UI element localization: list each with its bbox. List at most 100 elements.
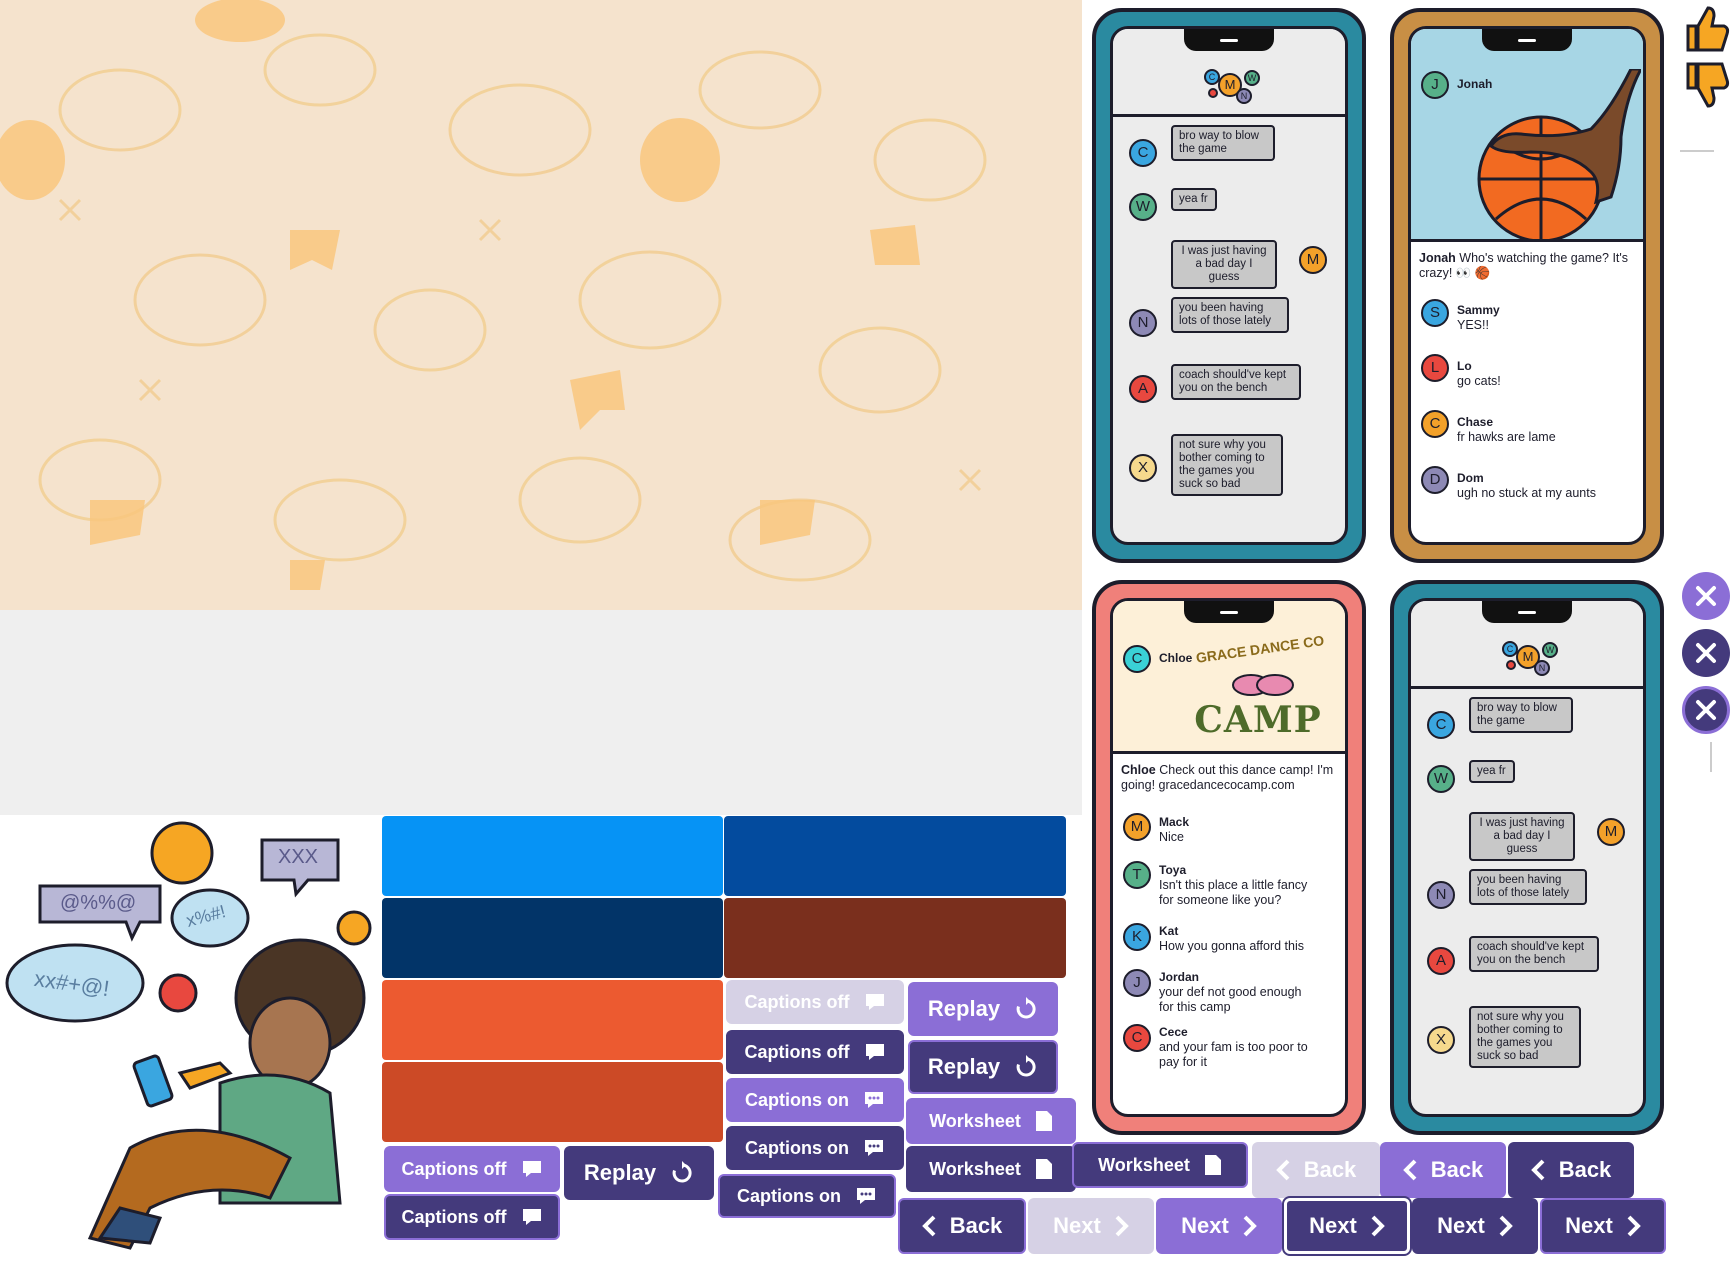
phone-screen: C M W N C bro way to blow the game W yea… [1408,598,1646,1117]
captions-off-button-disabled[interactable]: Captions off [726,980,904,1024]
button-label: Next [1309,1213,1357,1238]
color-swatch [382,816,723,896]
close-icon [1696,586,1716,606]
back-button-dark[interactable]: Back [1508,1142,1634,1198]
button-label: Replay [927,996,1001,1021]
post-caption: Jonah Who's watching the game? It's craz… [1419,251,1635,281]
speech-doodle-pattern [0,0,987,590]
replay-icon [672,1161,692,1183]
back-button-outlined[interactable]: Back [898,1198,1026,1254]
chat-bubble: yea fr [1469,760,1515,783]
color-swatch [382,980,723,1060]
worksheet-button[interactable]: Worksheet [906,1098,1076,1144]
avatar-X: X [1427,1026,1455,1054]
chat-bubble: not sure why you bother coming to the ga… [1171,434,1283,496]
button-label: Captions off [744,1041,850,1062]
phone-chloe-post: GRACE DANCE CO CAMP C Chloe Chloe Check … [1092,580,1366,1135]
replay-button-alt[interactable]: Replay [564,1146,714,1200]
close-icon [1696,700,1716,720]
comment-avatar: C [1421,410,1449,438]
avatar-M: M [1299,246,1327,274]
chevron-right-icon [1627,1215,1641,1237]
chat-bubble: bro way to blow the game [1469,697,1573,733]
close-button-dark[interactable] [1682,629,1730,677]
phone-notch [1482,601,1572,623]
button-label: Next [1053,1213,1101,1238]
chevron-right-icon [1243,1215,1257,1237]
chat-header: C M W N [1411,601,1643,689]
ballet-shoes-image [1232,674,1294,696]
avatar-N: N [1129,309,1157,337]
post-image: GRACE DANCE CO CAMP [1113,601,1345,754]
button-label: Worksheet [929,1110,1021,1131]
captions-off-button-outlined[interactable]: Captions off [384,1194,560,1240]
captions-off-button[interactable]: Captions off [726,1030,904,1074]
button-label: Back [949,1213,1003,1238]
header-avatar: W [1542,642,1558,658]
chevron-left-icon [1530,1159,1545,1181]
thumbs-down-icon[interactable] [1682,60,1730,114]
button-label: Worksheet [1098,1154,1190,1175]
comment-name: Jordan [1159,970,1200,984]
close-button-lavender[interactable] [1682,572,1730,620]
captions-on-button-dark[interactable]: Captions on [726,1126,904,1170]
chevron-right-icon [1371,1215,1385,1237]
document-icon [1035,1111,1052,1131]
captions-on-button[interactable]: Captions on [726,1078,904,1122]
replay-icon [1016,1055,1036,1077]
button-label: Captions on [745,1089,849,1110]
sticker-text: XXX [278,846,319,868]
phone-jonah-post: J Jonah Jonah Who's watching the game? I… [1390,8,1664,563]
thumbs-up-icon[interactable] [1682,4,1730,54]
avatar-C: C [1129,139,1157,167]
next-button-focused[interactable]: Next [1282,1196,1412,1256]
captions-off-button-lavender[interactable]: Captions off [384,1146,560,1192]
worksheet-button-dark[interactable]: Worksheet [906,1146,1076,1192]
post-author: Chloe [1121,763,1156,777]
comment-name: Toya [1159,863,1187,877]
chevron-right-icon [1115,1215,1129,1237]
avatar-X: X [1129,454,1157,482]
next-button-dark[interactable]: Next [1412,1198,1538,1254]
chat-bubble: coach should've kept you on the bench [1469,936,1599,972]
button-label: Captions off [401,1206,507,1227]
divider [1710,742,1712,772]
next-button-outlined[interactable]: Next [1540,1198,1666,1254]
comment-avatar: L [1421,354,1449,382]
replay-button[interactable]: Replay [908,982,1058,1036]
comment-text: Isn't this place a little fancy for some… [1159,878,1308,907]
document-icon [1204,1155,1221,1175]
header-avatar: W [1244,70,1260,86]
poster-name: Jonah [1457,77,1493,91]
caption-bubble-dots-icon [865,1092,883,1108]
color-swatch [382,1062,723,1142]
comment-name: Dom [1457,471,1484,485]
avatar-A: A [1129,375,1157,403]
replay-button-dark[interactable]: Replay [908,1040,1058,1094]
comment-name: Mack [1159,815,1190,829]
back-button-lavender[interactable]: Back [1380,1142,1506,1198]
sad-boy-illustration [5,821,372,1250]
chat-bubble: you been having lots of those lately [1469,869,1587,905]
next-button-lavender[interactable]: Next [1156,1198,1282,1254]
post-image [1411,29,1643,242]
captions-on-button-outlined[interactable]: Captions on [718,1174,896,1218]
sad-boy-sticker: XXX @%%@ x%#! xx#+@! [0,818,380,1256]
color-swatch [382,898,723,978]
comment-text: How you gonna afford this [1159,939,1305,953]
comment-text: ugh no stuck at my aunts [1457,486,1596,500]
button-label: Captions on [745,1137,849,1158]
avatar-W: W [1129,193,1157,221]
close-button-outlined[interactable] [1682,686,1730,734]
poster-avatar: C [1123,645,1151,673]
next-button-disabled[interactable]: Next [1028,1198,1154,1254]
avatar-N: N [1427,881,1455,909]
comment-avatar: M [1123,813,1151,841]
caption-bubble-dots-icon [865,1140,883,1156]
back-button-disabled[interactable]: Back [1252,1142,1380,1198]
chat-bubble: coach should've kept you on the bench [1171,364,1301,400]
chevron-left-icon [1402,1159,1417,1181]
worksheet-button-outlined[interactable]: Worksheet [1072,1142,1248,1188]
replay-icon [1016,997,1036,1019]
doodle-background [0,0,1082,610]
